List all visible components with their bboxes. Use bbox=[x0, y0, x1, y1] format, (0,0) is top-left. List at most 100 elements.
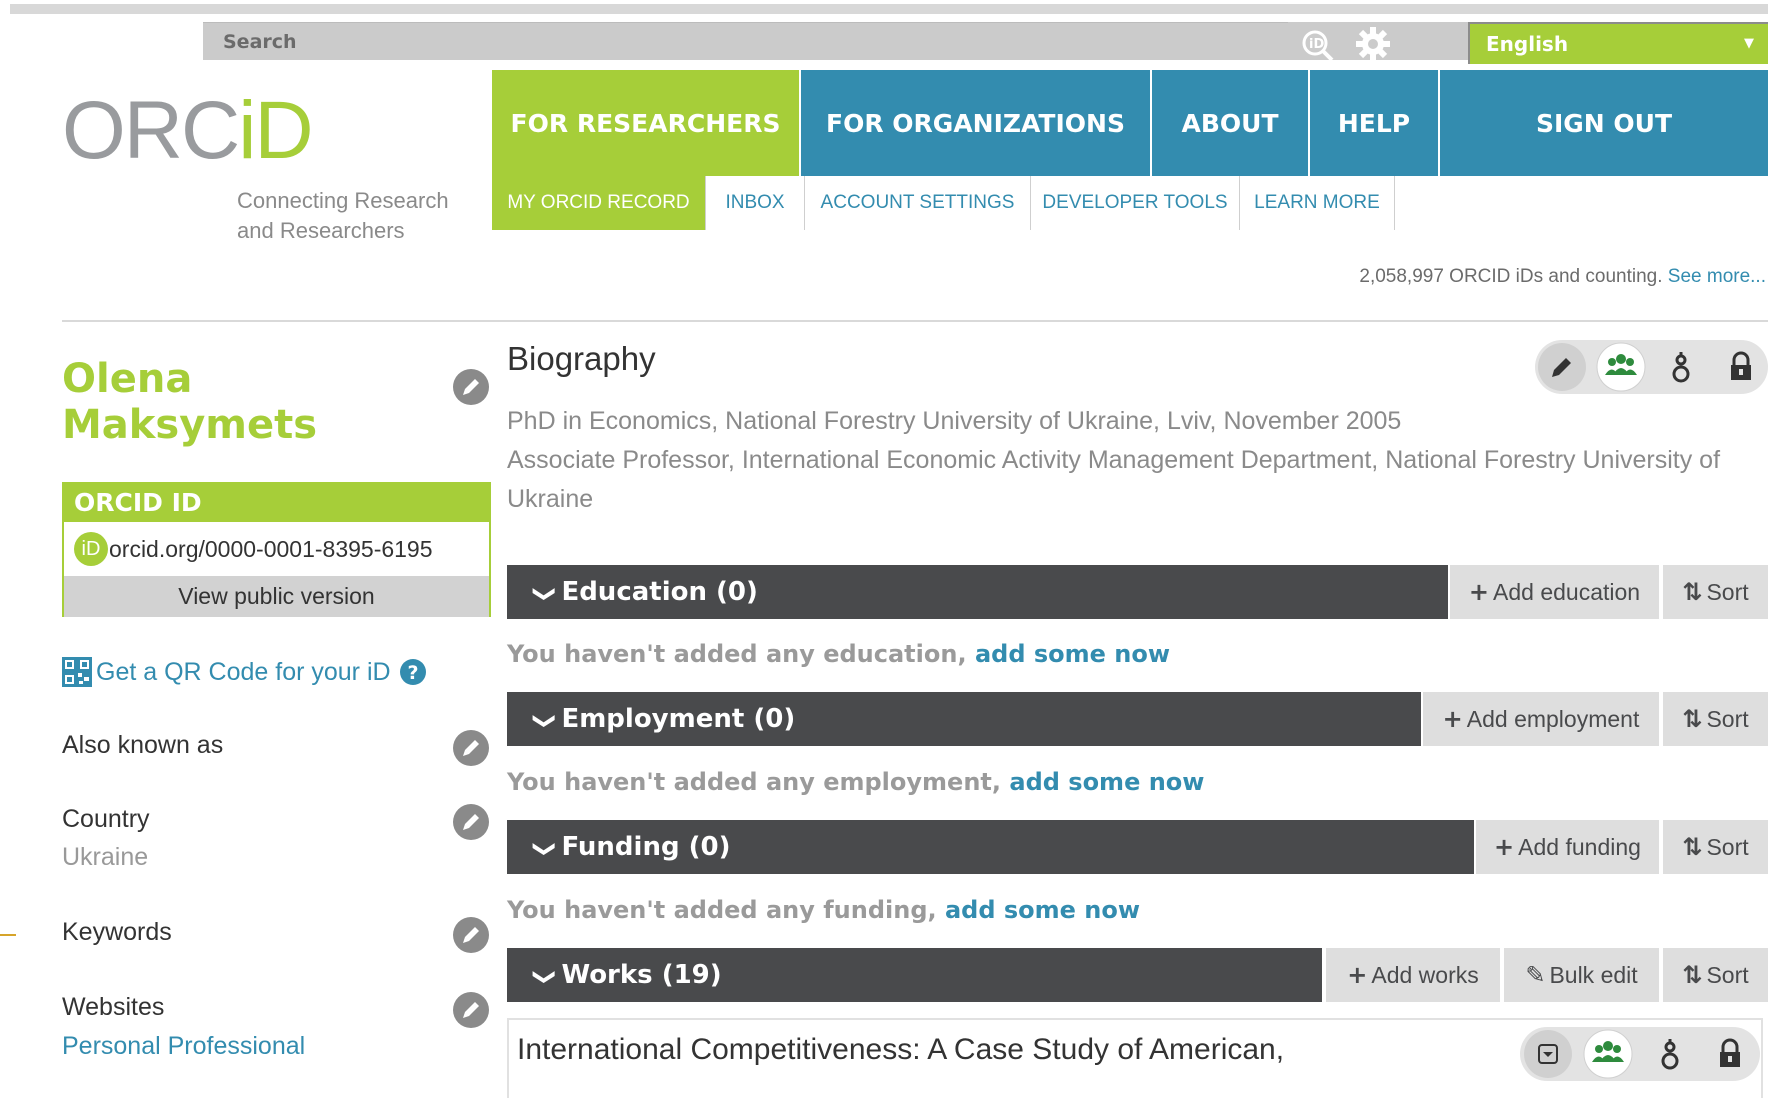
orcid-counter: 2,058,997 ORCID iDs and counting. See mo… bbox=[1359, 266, 1766, 288]
last-name: Maksymets bbox=[62, 402, 318, 448]
nav-tab-about[interactable]: ABOUT bbox=[1152, 70, 1310, 176]
works-sort-label: Sort bbox=[1706, 962, 1749, 988]
biography-line1: PhD in Economics, National Forestry Univ… bbox=[507, 407, 1402, 435]
nav-tab-for-researchers[interactable]: FOR RESEARCHERS bbox=[492, 70, 801, 176]
employment-section-header[interactable]: ❯ Employment (0) bbox=[507, 692, 1421, 746]
also-known-as-label: Also known as bbox=[62, 731, 224, 759]
employment-add-link[interactable]: add some now bbox=[1009, 768, 1204, 796]
privacy-private-lock-icon[interactable] bbox=[1716, 342, 1766, 392]
funding-section-header[interactable]: ❯ Funding (0) bbox=[507, 820, 1474, 874]
employment-sort-button[interactable]: ⇅ Sort bbox=[1663, 692, 1768, 746]
subtab-account-settings[interactable]: ACCOUNT SETTINGS bbox=[805, 176, 1031, 230]
svg-text:iD: iD bbox=[1309, 37, 1324, 52]
dropdown-arrow-icon: ▼ bbox=[1744, 36, 1754, 51]
add-funding-label: Add funding bbox=[1518, 834, 1641, 860]
sort-icon: ⇅ bbox=[1682, 833, 1703, 861]
funding-add-link[interactable]: add some now bbox=[945, 896, 1140, 924]
add-education-button[interactable]: + Add education bbox=[1450, 565, 1659, 619]
education-title: Education (0) bbox=[561, 577, 758, 607]
plus-icon: + bbox=[1347, 961, 1368, 989]
orcid-logo[interactable]: ORCiD bbox=[62, 84, 322, 176]
plus-icon: + bbox=[1442, 705, 1463, 733]
edit-biography-pencil-icon[interactable] bbox=[1537, 342, 1587, 392]
orcid-id-box: ORCID ID iD orcid.org/0000-0001-8395-619… bbox=[62, 482, 491, 617]
divider bbox=[62, 320, 1768, 322]
websites-label: Websites bbox=[62, 993, 165, 1021]
search-input[interactable] bbox=[203, 22, 1288, 60]
add-employment-label: Add employment bbox=[1466, 706, 1640, 732]
education-sort-label: Sort bbox=[1706, 579, 1749, 605]
education-sort-button[interactable]: ⇅ Sort bbox=[1663, 565, 1768, 619]
view-public-version-button[interactable]: View public version bbox=[64, 576, 489, 617]
privacy-everyone-icon[interactable] bbox=[1596, 342, 1646, 392]
funding-empty-text: You haven't added any funding, bbox=[507, 896, 937, 924]
subtab-developer-tools[interactable]: DEVELOPER TOOLS bbox=[1031, 176, 1240, 230]
person-name: Olena Maksymets bbox=[62, 356, 392, 448]
employment-sort-label: Sort bbox=[1706, 706, 1749, 732]
nav-tab-sign-out[interactable]: SIGN OUT bbox=[1440, 70, 1768, 176]
subtab-inbox[interactable]: INBOX bbox=[706, 176, 805, 230]
work-privacy-everyone-icon[interactable] bbox=[1583, 1029, 1633, 1079]
nav-tab-help[interactable]: HELP bbox=[1310, 70, 1440, 176]
website-link[interactable]: Personal Professional bbox=[62, 1032, 305, 1061]
search-icon[interactable]: iD bbox=[1300, 28, 1334, 62]
add-works-button[interactable]: + Add works bbox=[1326, 948, 1500, 1002]
help-icon[interactable]: ? bbox=[399, 658, 427, 686]
funding-sort-label: Sort bbox=[1706, 834, 1749, 860]
work-privacy-trusted-icon[interactable] bbox=[1645, 1029, 1695, 1079]
tagline-line2: and Researchers bbox=[237, 218, 405, 243]
add-works-label: Add works bbox=[1371, 962, 1479, 988]
add-education-label: Add education bbox=[1493, 579, 1641, 605]
chevron-down-icon: ❯ bbox=[532, 967, 558, 987]
logo-id: iD bbox=[238, 85, 313, 176]
education-section-header[interactable]: ❯ Education (0) bbox=[507, 565, 1448, 619]
chevron-down-icon: ❯ bbox=[532, 584, 558, 604]
orcid-id-header: ORCID ID bbox=[64, 484, 489, 522]
gear-icon[interactable] bbox=[1353, 24, 1393, 64]
biography-line2: Associate Professor, International Econo… bbox=[507, 446, 1721, 513]
edit-name-pencil-icon[interactable] bbox=[452, 368, 490, 406]
add-funding-button[interactable]: + Add funding bbox=[1476, 820, 1659, 874]
work-item-title[interactable]: International Competitiveness: A Case St… bbox=[517, 1033, 1284, 1067]
orcid-id-icon: iD bbox=[74, 532, 108, 566]
education-empty-text: You haven't added any education, bbox=[507, 640, 967, 668]
bulk-edit-button[interactable]: ✎ Bulk edit bbox=[1504, 948, 1659, 1002]
plus-icon: + bbox=[1494, 833, 1515, 861]
sort-icon: ⇅ bbox=[1682, 705, 1703, 733]
works-section-header[interactable]: ❯ Works (19) bbox=[507, 948, 1322, 1002]
sort-icon: ⇅ bbox=[1682, 578, 1703, 606]
edit-websites-pencil-icon[interactable] bbox=[452, 991, 490, 1029]
orcid-id-line: iD orcid.org/0000-0001-8395-6195 bbox=[64, 522, 489, 576]
work-privacy-private-lock-icon[interactable] bbox=[1705, 1029, 1755, 1079]
edit-country-pencil-icon[interactable] bbox=[452, 803, 490, 841]
bulk-edit-label: Bulk edit bbox=[1549, 962, 1638, 988]
logo-tagline: Connecting Research and Researchers bbox=[237, 186, 467, 246]
pencil-icon: ✎ bbox=[1525, 961, 1546, 989]
edit-also-known-as-pencil-icon[interactable] bbox=[452, 729, 490, 767]
funding-empty-message: You haven't added any funding, add some … bbox=[507, 896, 1140, 924]
works-sort-button[interactable]: ⇅ Sort bbox=[1663, 948, 1768, 1002]
nav-tab-for-organizations[interactable]: FOR ORGANIZATIONS bbox=[801, 70, 1152, 176]
language-selected: English bbox=[1486, 32, 1569, 56]
funding-sort-button[interactable]: ⇅ Sort bbox=[1663, 820, 1768, 874]
see-more-link[interactable]: See more... bbox=[1668, 266, 1766, 287]
education-add-link[interactable]: add some now bbox=[975, 640, 1170, 668]
sub-nav: MY ORCID RECORD INBOX ACCOUNT SETTINGS D… bbox=[492, 176, 1395, 230]
keywords-label: Keywords bbox=[62, 918, 172, 946]
language-select[interactable]: English ▼ bbox=[1470, 24, 1768, 64]
plus-icon: + bbox=[1468, 578, 1490, 606]
expand-work-icon[interactable] bbox=[1523, 1029, 1573, 1079]
add-employment-button[interactable]: + Add employment bbox=[1423, 692, 1659, 746]
country-value: Ukraine bbox=[62, 843, 149, 871]
svg-text:?: ? bbox=[407, 662, 418, 684]
sort-icon: ⇅ bbox=[1682, 961, 1703, 989]
qr-code-text: Get a QR Code for your iD bbox=[96, 657, 391, 686]
qr-code-link[interactable]: Get a QR Code for your iD ? bbox=[62, 655, 427, 689]
subtab-my-orcid-record[interactable]: MY ORCID RECORD bbox=[492, 176, 706, 230]
edit-keywords-pencil-icon[interactable] bbox=[452, 916, 490, 954]
counter-text: 2,058,997 ORCID iDs and counting. bbox=[1359, 266, 1663, 287]
subtab-learn-more[interactable]: LEARN MORE bbox=[1240, 176, 1395, 230]
chevron-down-icon: ❯ bbox=[532, 711, 558, 731]
privacy-trusted-icon[interactable] bbox=[1656, 342, 1706, 392]
logo-orc: ORC bbox=[62, 85, 240, 176]
